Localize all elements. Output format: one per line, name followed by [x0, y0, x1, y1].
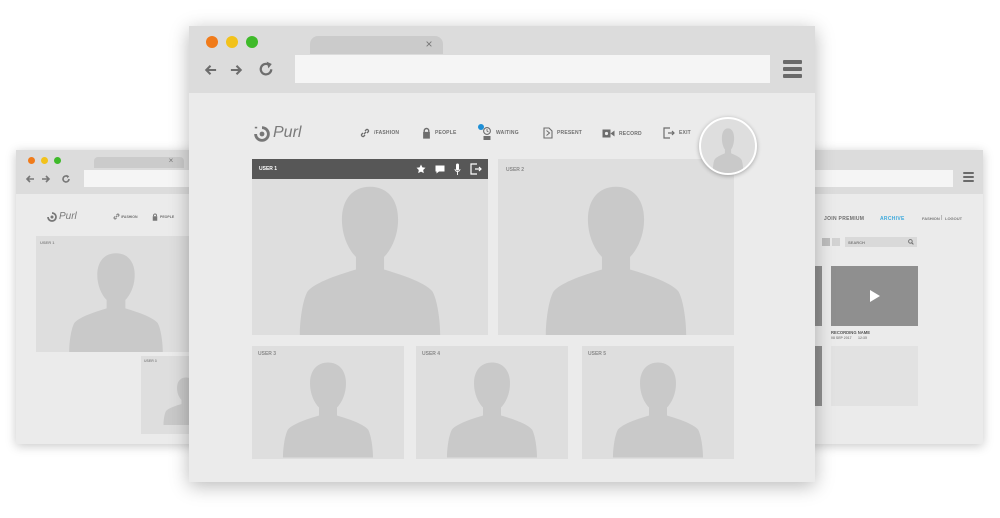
- microphone-icon[interactable]: [454, 163, 461, 175]
- video-tile-user3-small[interactable]: USER 3: [141, 356, 196, 434]
- recording-time: 12:35: [858, 336, 867, 340]
- video-tile-user4[interactable]: USER 4: [416, 346, 568, 459]
- nav-people[interactable]: PEOPLE: [422, 127, 456, 139]
- logout-link[interactable]: LOGOUT: [945, 216, 962, 221]
- lock-icon: [152, 213, 158, 221]
- tile-label-user3: USER 3: [258, 351, 277, 357]
- maximize-window-button[interactable]: [54, 157, 61, 164]
- nav-exit-label: EXIT: [679, 130, 691, 136]
- reload-icon[interactable]: [258, 61, 274, 77]
- user-silhouette-icon: [545, 186, 687, 335]
- close-tab-icon[interactable]: ×: [166, 156, 176, 165]
- video-tile-user2[interactable]: USER 2: [498, 159, 734, 335]
- main-browser-chrome: ×: [189, 26, 815, 93]
- recording-name[interactable]: RECORDING NAME: [831, 330, 870, 335]
- tile-label-user3: USER 3: [144, 359, 157, 363]
- arrow-right-icon[interactable]: [41, 174, 51, 184]
- nav-fashion[interactable]: /FASHION: [360, 128, 399, 138]
- main-browser-window: × Purl /FASHION PEOPLE WAITING PRESENT R…: [189, 26, 815, 482]
- close-window-button[interactable]: [206, 36, 218, 48]
- join-premium-link[interactable]: JOIN PREMIUM: [824, 216, 864, 222]
- nav-record[interactable]: RECORD: [602, 129, 642, 138]
- nav-record-label: RECORD: [619, 130, 642, 137]
- chat-bubble-icon[interactable]: [435, 165, 445, 174]
- tile-label-user1: USER 1: [259, 166, 278, 172]
- reload-icon[interactable]: [61, 174, 71, 184]
- user-silhouette-icon: [447, 362, 537, 458]
- user-silhouette-icon: [613, 362, 703, 458]
- exit-door-icon: [663, 127, 675, 139]
- nav-people-link[interactable]: PEOPLE: [160, 215, 174, 219]
- nav-present[interactable]: PRESENT: [543, 127, 582, 139]
- minimize-window-button[interactable]: [41, 157, 48, 164]
- star-icon[interactable]: [416, 164, 426, 174]
- search-placeholder: SEARCH: [848, 240, 865, 245]
- address-bar[interactable]: [295, 55, 770, 83]
- magnifier-icon[interactable]: [908, 239, 914, 245]
- recording-date: 08 SEP 2017: [831, 336, 852, 340]
- nav-waiting-label: WAITING: [496, 130, 519, 136]
- recording-thumbnail[interactable]: [831, 266, 918, 326]
- active-speaker-header: USER 1: [252, 159, 488, 179]
- video-camera-icon: [602, 129, 615, 138]
- document-present-icon: [543, 127, 553, 139]
- user-menu-link[interactable]: FASHION: [922, 216, 940, 221]
- video-tile-user1-small[interactable]: USER 1: [36, 236, 196, 352]
- nav-people-label: PEOPLE: [435, 130, 457, 136]
- video-tile-user3[interactable]: USER 3: [252, 346, 404, 459]
- link-icon: [360, 128, 370, 138]
- arrow-right-icon[interactable]: [229, 63, 244, 77]
- logo-icon: [47, 212, 57, 222]
- logo-text: Purl: [273, 124, 302, 141]
- self-view-avatar[interactable]: [699, 117, 757, 175]
- nav-waiting[interactable]: WAITING: [478, 124, 519, 140]
- tile-label-user2: USER 2: [506, 167, 525, 173]
- search-input[interactable]: SEARCH: [845, 237, 917, 247]
- hamburger-menu-icon[interactable]: [963, 172, 974, 182]
- tile-label-user1: USER 1: [40, 240, 55, 245]
- video-tile-user1[interactable]: USER 1: [252, 159, 488, 335]
- user-silhouette-icon: [69, 253, 163, 352]
- video-tile-user5[interactable]: USER 5: [582, 346, 734, 459]
- archive-link[interactable]: ARCHIVE: [880, 216, 905, 222]
- recording-thumbnail-placeholder[interactable]: [831, 346, 918, 406]
- logo-icon: [254, 126, 270, 142]
- nav-present-label: PRESENT: [557, 130, 583, 136]
- notification-badge: [478, 124, 484, 130]
- nav-exit[interactable]: EXIT: [663, 127, 691, 139]
- minimize-window-button[interactable]: [226, 36, 238, 48]
- list-view-icon[interactable]: [832, 238, 840, 246]
- tile-label-user4: USER 4: [422, 351, 441, 357]
- nav-fashion-label: /FASHION: [374, 130, 400, 136]
- grid-view-icon[interactable]: [822, 238, 830, 246]
- logo-text: Purl: [59, 211, 77, 222]
- arrow-left-icon[interactable]: [203, 63, 218, 77]
- tile-label-user5: USER 5: [588, 351, 607, 357]
- hamburger-menu-icon[interactable]: [783, 60, 802, 78]
- link-icon: [113, 213, 120, 220]
- person-waiting-icon: [478, 124, 492, 140]
- close-window-button[interactable]: [28, 157, 35, 164]
- play-icon[interactable]: [869, 290, 880, 302]
- user-silhouette-icon: [712, 128, 744, 173]
- nav-fashion-link[interactable]: /FASHION: [121, 215, 138, 219]
- menu-separator: |: [941, 215, 943, 221]
- user-silhouette-icon: [283, 362, 373, 458]
- user-silhouette-icon: [299, 186, 441, 335]
- arrow-left-icon[interactable]: [25, 174, 35, 184]
- lock-icon: [423, 127, 430, 139]
- close-tab-icon[interactable]: ×: [423, 37, 435, 51]
- maximize-window-button[interactable]: [246, 36, 258, 48]
- exit-door-icon[interactable]: [470, 163, 482, 175]
